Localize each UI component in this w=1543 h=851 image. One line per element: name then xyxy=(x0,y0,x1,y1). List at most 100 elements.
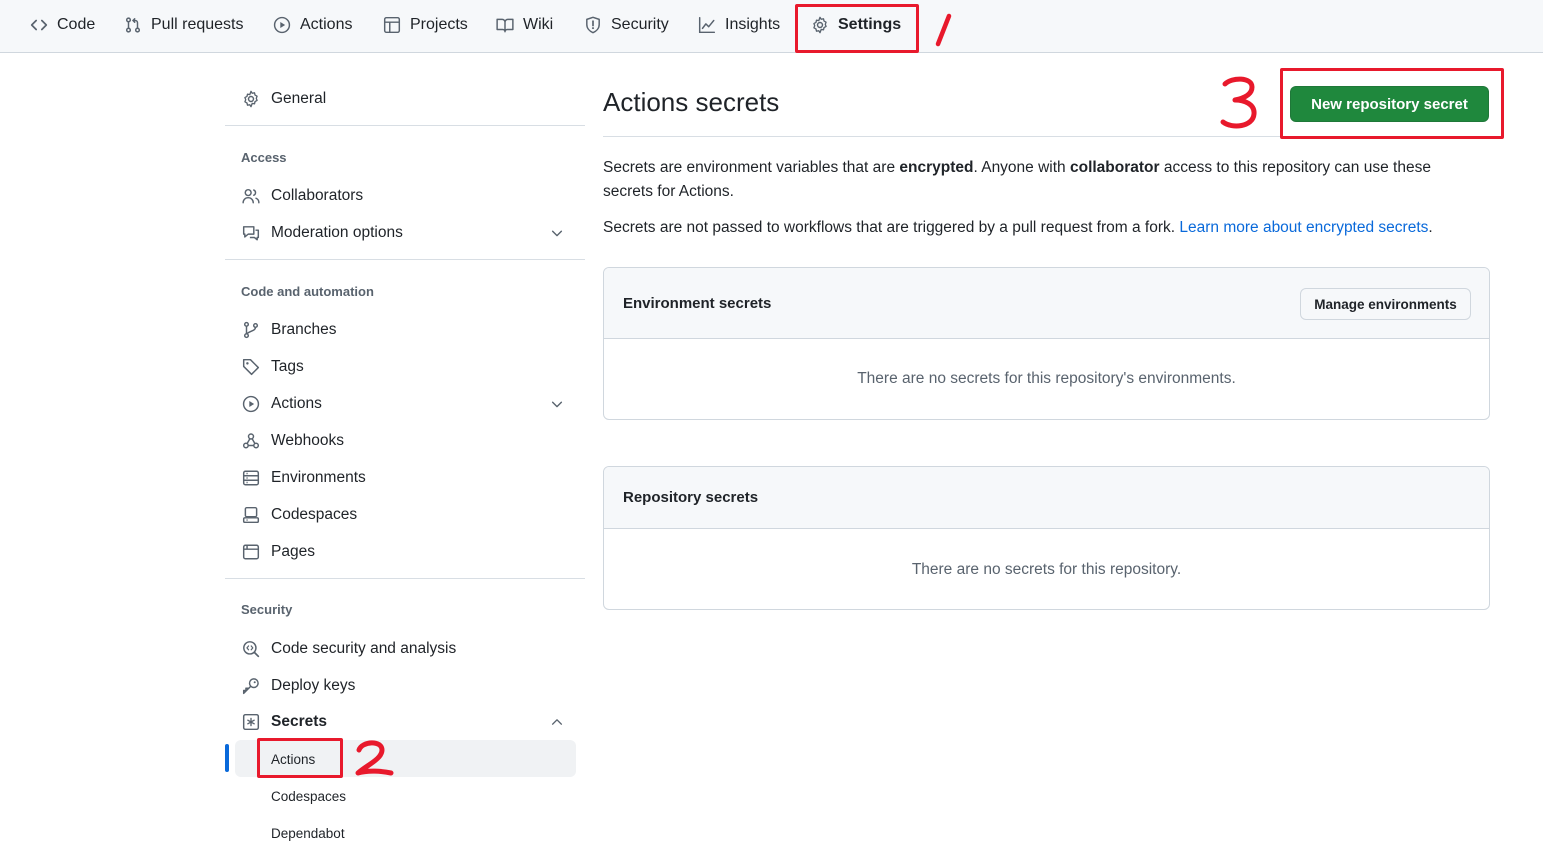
git-pull-request-icon xyxy=(124,16,142,34)
environment-secrets-box: Environment secrets Manage environments … xyxy=(603,267,1490,420)
sidebar-item-label: Webhooks xyxy=(271,432,344,449)
sidebar-item-general[interactable]: General xyxy=(241,84,326,114)
sidebar-item-pages[interactable]: Pages xyxy=(241,537,315,567)
sidebar-item-label: Moderation options xyxy=(271,224,403,241)
repository-secrets-title: Repository secrets xyxy=(623,489,759,506)
sidebar-divider xyxy=(225,578,585,579)
tab-insights[interactable]: Insights xyxy=(698,0,780,50)
key-asterisk-icon xyxy=(241,712,261,732)
gear-icon xyxy=(811,16,829,34)
sidebar-item-label: Tags xyxy=(271,358,304,375)
manage-environments-button[interactable]: Manage environments xyxy=(1300,288,1471,320)
chevron-down-icon[interactable] xyxy=(549,396,565,412)
environment-secrets-title: Environment secrets xyxy=(623,295,772,312)
server-icon xyxy=(241,468,261,488)
sidebar-item-secrets[interactable]: Secrets xyxy=(241,707,327,737)
sidebar-heading-security: Security xyxy=(241,602,293,617)
repository-secrets-box: Repository secrets There are no secrets … xyxy=(603,466,1490,610)
repo-nav: Code Pull requests Actions Projects Wiki… xyxy=(0,0,1543,53)
sidebar-item-label: General xyxy=(271,90,327,107)
comment-discussion-icon xyxy=(241,223,261,243)
sidebar-subitem-secrets-actions[interactable]: Actions xyxy=(271,747,315,771)
sidebar-item-branches[interactable]: Branches xyxy=(241,315,336,345)
repository-secrets-empty: There are no secrets for this repository… xyxy=(911,561,1182,578)
tab-projects[interactable]: Projects xyxy=(383,0,468,50)
sidebar-item-tags[interactable]: Tags xyxy=(241,352,304,382)
chevron-down-icon[interactable] xyxy=(549,225,565,241)
fork-note-text: Secrets are not passed to workflows that… xyxy=(603,219,1180,236)
chevron-up-icon[interactable] xyxy=(549,714,565,730)
sidebar-item-codespaces[interactable]: Codespaces xyxy=(241,500,357,530)
sidebar-item-webhooks[interactable]: Webhooks xyxy=(241,426,344,456)
settings-sidebar: General Access Collaborators Moderation … xyxy=(225,53,585,851)
codescan-icon xyxy=(241,639,261,659)
sidebar-item-code-security[interactable]: Code security and analysis xyxy=(241,634,456,664)
book-icon xyxy=(496,16,514,34)
tab-label: Settings xyxy=(838,16,902,33)
tab-label: Insights xyxy=(725,16,781,33)
sidebar-selected-indicator xyxy=(225,744,229,772)
graph-icon xyxy=(698,16,716,34)
sidebar-heading-code-automation: Code and automation xyxy=(241,284,374,299)
tab-label: Wiki xyxy=(523,16,554,33)
sidebar-item-moderation-options[interactable]: Moderation options xyxy=(241,218,403,248)
code-icon xyxy=(30,16,48,34)
intro-text: secrets for Actions. xyxy=(603,183,734,200)
tab-label: Actions xyxy=(300,16,353,33)
tab-settings[interactable]: Settings xyxy=(804,0,908,53)
tab-label: Projects xyxy=(410,16,468,33)
sidebar-heading-access: Access xyxy=(241,150,287,165)
sidebar-item-label: Collaborators xyxy=(271,187,364,204)
intro-text: access to this repository can use these xyxy=(1159,159,1431,176)
sidebar-item-label: Code security and analysis xyxy=(271,640,457,657)
webhook-icon xyxy=(241,431,261,451)
sidebar-item-environments[interactable]: Environments xyxy=(241,463,366,493)
tab-actions[interactable]: Actions xyxy=(273,0,352,50)
shield-icon xyxy=(584,16,602,34)
sidebar-item-deploy-keys[interactable]: Deploy keys xyxy=(241,671,355,701)
codespaces-icon xyxy=(241,505,261,525)
repository-secrets-header: Repository secrets xyxy=(604,467,1489,529)
fork-note-paragraph: Secrets are not passed to workflows that… xyxy=(603,216,1473,240)
tab-label: Pull requests xyxy=(151,16,244,33)
sidebar-item-label: Pages xyxy=(271,543,315,560)
tab-security[interactable]: Security xyxy=(584,0,669,50)
sidebar-item-actions[interactable]: Actions xyxy=(241,389,322,419)
tag-icon xyxy=(241,357,261,377)
browser-icon xyxy=(241,542,261,562)
play-icon xyxy=(273,16,291,34)
main-content: Actions secrets New repository secret Se… xyxy=(603,53,1490,851)
table-icon xyxy=(383,16,401,34)
intro-bold-collaborator: collaborator xyxy=(1069,159,1160,176)
tab-pull-requests[interactable]: Pull requests xyxy=(124,0,244,50)
new-repository-secret-button[interactable]: New repository secret xyxy=(1290,86,1489,122)
tab-wiki[interactable]: Wiki xyxy=(496,0,553,50)
fork-note-text: . xyxy=(1428,219,1433,236)
intro-text: Secrets are environment variables that a… xyxy=(603,159,900,176)
sidebar-subitem-secrets-codespaces[interactable]: Codespaces xyxy=(271,784,346,808)
tab-label: Security xyxy=(611,16,669,33)
page-title: Actions secrets xyxy=(603,87,780,117)
sidebar-item-label: Codespaces xyxy=(271,506,358,523)
sidebar-item-label: Secrets xyxy=(271,713,328,730)
gear-icon xyxy=(241,89,261,109)
intro-paragraph: Secrets are environment variables that a… xyxy=(603,156,1473,204)
sidebar-divider xyxy=(225,125,585,126)
environment-secrets-header: Environment secrets Manage environments xyxy=(604,268,1489,339)
play-icon xyxy=(241,394,261,414)
people-icon xyxy=(241,186,261,206)
sidebar-item-label: Branches xyxy=(271,321,337,338)
title-divider xyxy=(603,136,1490,137)
tab-code[interactable]: Code xyxy=(30,0,95,50)
environment-secrets-empty: There are no secrets for this repository… xyxy=(857,370,1236,387)
learn-more-link[interactable]: Learn more about encrypted secrets xyxy=(1179,219,1428,236)
sidebar-subitem-secrets-dependabot[interactable]: Dependabot xyxy=(271,821,345,845)
intro-bold-encrypted: encrypted xyxy=(899,159,974,176)
tab-label: Code xyxy=(57,16,96,33)
intro-text: . Anyone with xyxy=(973,159,1070,176)
key-icon xyxy=(241,676,261,696)
sidebar-item-collaborators[interactable]: Collaborators xyxy=(241,181,363,211)
sidebar-item-label: Deploy keys xyxy=(271,677,356,694)
git-branch-icon xyxy=(241,320,261,340)
sidebar-divider xyxy=(225,259,585,260)
